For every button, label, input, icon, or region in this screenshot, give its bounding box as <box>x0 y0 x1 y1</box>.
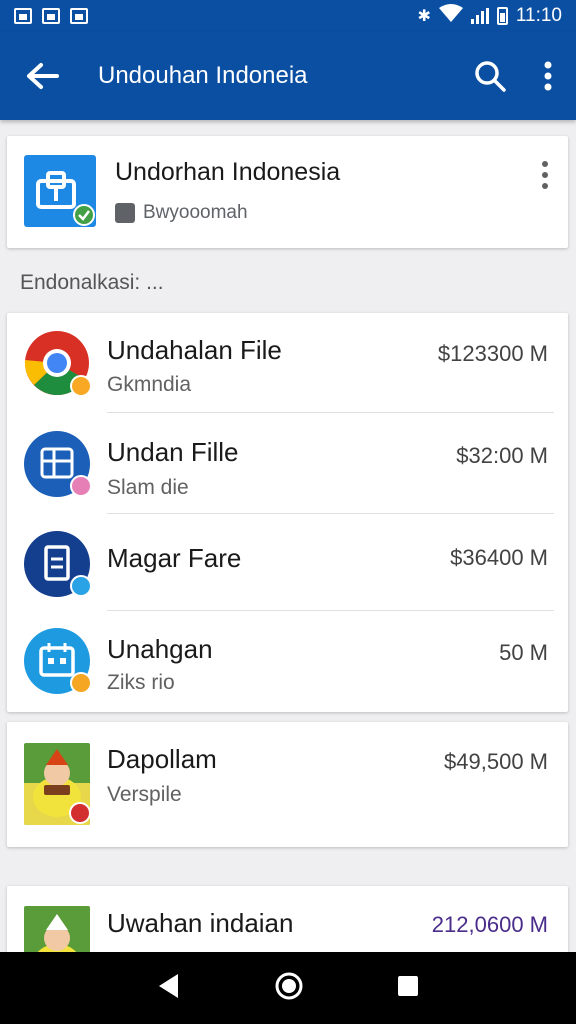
item-name: Uwahan indaian <box>107 908 294 938</box>
downloads-list: Undahalan File Gkmndia $123300 M Undan F… <box>7 313 568 712</box>
list-item[interactable]: Undan Fille Slam die $32:00 M <box>7 413 568 513</box>
item-sub: Gkmndia <box>107 373 192 396</box>
item-name: Magar Fare <box>107 543 242 573</box>
media-notification-icon <box>70 8 88 24</box>
item-name: Undahalan File <box>107 335 282 365</box>
image-notification-icon <box>42 8 60 24</box>
item-size: $36400 M <box>450 545 548 570</box>
item-size: $32:00 M <box>456 443 548 468</box>
card-menu-button[interactable] <box>540 160 550 190</box>
section-label: Endonalkasi: ... <box>20 271 164 294</box>
overflow-menu-button[interactable] <box>520 32 576 120</box>
item-sub: Ziks rio <box>107 671 175 694</box>
wifi-icon <box>438 4 463 28</box>
search-button[interactable] <box>460 32 520 120</box>
app-bar-title: Undouhan Indoneia <box>98 62 308 89</box>
status-bar: ✱ 11:10 <box>0 0 576 32</box>
item-sub: Slam die <box>107 476 189 499</box>
app-name: Undorhan Indonesia <box>115 158 341 186</box>
item-size: 50 M <box>499 640 548 665</box>
app-subtitle: Bwyooomah <box>115 202 248 224</box>
status-badge <box>70 672 92 694</box>
nav-back-button[interactable] <box>156 972 182 1005</box>
list-item[interactable]: Magar Fare $36400 M <box>7 513 568 613</box>
gallery-notification-icon <box>14 8 32 24</box>
item-size: $49,500 M <box>444 749 548 774</box>
app-bar: Undouhan Indoneia <box>0 32 576 120</box>
signal-icon <box>470 8 489 24</box>
item-size: $123300 M <box>437 341 548 366</box>
nav-recents-button[interactable] <box>396 974 420 1003</box>
battery-icon <box>496 7 508 25</box>
nav-home-button[interactable] <box>274 971 304 1006</box>
item-sub: Verspile <box>107 783 182 806</box>
list-item[interactable]: Unahgan Ziks rio 50 M <box>7 610 568 710</box>
system-nav-bar <box>0 952 576 1024</box>
clock: 11:10 <box>515 5 562 26</box>
circle-home-icon <box>275 972 303 999</box>
arrow-back-icon <box>27 63 59 89</box>
item-size: 212,0600 M <box>431 912 548 937</box>
download-card[interactable]: Dapollam Verspile $49,500 M <box>7 722 568 847</box>
triangle-back-icon <box>159 973 178 998</box>
more-vert-icon <box>542 161 548 189</box>
back-button[interactable] <box>0 32 84 120</box>
item-name: Dapollam <box>107 744 217 774</box>
app-header-card[interactable]: Undorhan Indonesia Bwyooomah <box>7 136 568 248</box>
status-badge <box>70 475 92 497</box>
item-name: Undan Fille <box>107 437 239 467</box>
tag-icon <box>115 203 135 223</box>
square-recents-icon <box>398 975 418 996</box>
game-character-icon <box>24 743 90 825</box>
status-badge <box>70 375 92 397</box>
more-vert-icon <box>544 61 552 91</box>
item-name: Unahgan <box>107 634 213 664</box>
bluetooth-icon: ✱ <box>417 8 431 25</box>
download-folder-icon <box>24 155 96 227</box>
status-badge <box>70 575 92 597</box>
search-icon <box>475 61 506 92</box>
list-item[interactable]: Undahalan File Gkmndia $123300 M <box>7 313 568 413</box>
app-subtitle-text: Bwyooomah <box>143 202 248 223</box>
